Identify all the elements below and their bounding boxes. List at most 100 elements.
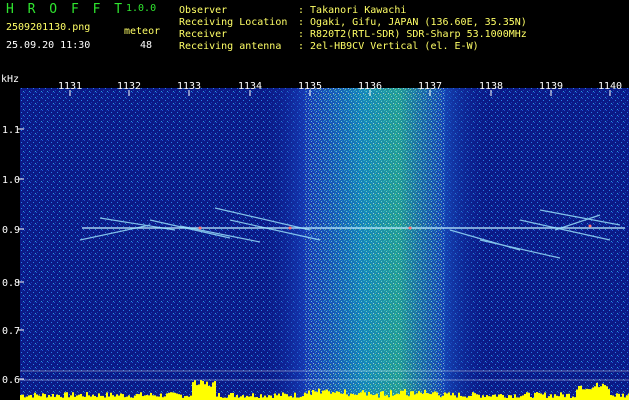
amplitude-bar (578, 386, 580, 400)
amplitude-bar (568, 393, 570, 400)
amplitude-bar (230, 393, 232, 400)
amplitude-bar (414, 394, 416, 400)
antenna-label: Receiving antenna (179, 41, 282, 52)
amplitude-bar (540, 393, 542, 400)
amplitude-bar (520, 396, 522, 400)
amplitude-bar (318, 388, 320, 400)
antenna-value: : 2el-HB9CV Vertical (el. E-W) (298, 41, 479, 52)
amplitude-bar (470, 395, 472, 400)
amplitude-bar (304, 392, 306, 400)
amplitude-bar (260, 394, 262, 400)
amplitude-bar (350, 393, 352, 400)
amplitude-bar (72, 392, 74, 400)
amplitude-bar (508, 395, 510, 400)
amplitude-bar (50, 396, 52, 400)
amplitude-bar (476, 394, 478, 400)
amplitude-bar (38, 395, 40, 400)
amplitude-bar (604, 385, 606, 400)
amplitude-bar (398, 394, 400, 400)
amplitude-bar (336, 391, 338, 400)
amplitude-bar (534, 392, 536, 400)
amplitude-bar (402, 390, 404, 400)
amplitude-bar (566, 393, 568, 400)
amplitude-bar (346, 394, 348, 400)
amplitude-bar (128, 395, 130, 400)
amplitude-bar (364, 392, 366, 400)
amplitude-bar (328, 391, 330, 400)
amplitude-bar (206, 381, 208, 400)
amplitude-bar (358, 393, 360, 400)
amplitude-bar (394, 394, 396, 400)
amplitude-bar (612, 395, 614, 400)
amplitude-bar (488, 396, 490, 400)
amplitude-bar (324, 390, 326, 400)
amplitude-bar (404, 389, 406, 400)
amplitude-bar (66, 392, 68, 400)
amplitude-bar (184, 396, 186, 400)
amplitude-bar (28, 395, 30, 400)
amplitude-bar (242, 395, 244, 400)
amplitude-bar (86, 392, 88, 400)
amplitude-bar (352, 394, 354, 400)
amplitude-bar (152, 395, 154, 400)
amplitude-bar (334, 392, 336, 400)
amplitude-bar (94, 396, 96, 400)
amplitude-bar (330, 393, 332, 400)
amplitude-bar (626, 395, 628, 400)
receiver-label: Receiver (179, 29, 228, 40)
amplitude-bar (410, 391, 412, 400)
filename: 2509201130.png (6, 22, 91, 33)
amplitude-bar (312, 389, 314, 400)
amplitude-bar (120, 393, 122, 400)
amplitude-bar (306, 393, 308, 400)
amplitude-bar (614, 396, 616, 400)
amplitude-bar (22, 394, 24, 400)
datetime: 25.09.20 11:30 (6, 40, 91, 51)
amplitude-bar (356, 394, 358, 400)
amplitude-bar (190, 395, 192, 400)
amplitude-bar (522, 395, 524, 400)
amplitude-bar (56, 394, 58, 400)
amplitude-bar (168, 392, 170, 400)
amplitude-bar (80, 393, 82, 400)
amplitude-bar (550, 394, 552, 400)
amplitude-bar (158, 396, 160, 400)
amplitude-bar (90, 396, 92, 400)
amplitude-bar (310, 394, 312, 400)
amplitude-bar (170, 392, 172, 400)
amplitude-bar (442, 395, 444, 400)
amplitude-bar (424, 389, 426, 400)
amplitude-bar (118, 395, 120, 400)
amplitude-bar (264, 395, 266, 400)
amplitude-bar (390, 390, 392, 400)
amplitude-bar (502, 395, 504, 400)
amplitude-bar (458, 392, 460, 400)
amplitude-bar (98, 393, 100, 400)
amplitude-bar (542, 394, 544, 400)
amplitude-bar (110, 392, 112, 400)
amplitude-bar (208, 385, 210, 400)
y-tick-label: 0.7 (2, 326, 20, 337)
amplitude-bar (582, 389, 584, 400)
amplitude-bar (556, 395, 558, 400)
amplitude-bar (460, 395, 462, 400)
amplitude-bar (610, 395, 612, 400)
amplitude-bar (510, 395, 512, 400)
spectrogram-plot: 1.11.00.90.80.70.6 1131 1132 1133 1134 1135 1… (0, 80, 629, 400)
amplitude-bar (524, 393, 526, 400)
location-value: : Ogaki, Gifu, JAPAN (136.60E, 35.35N) (298, 17, 527, 28)
amplitude-bar (122, 394, 124, 400)
amplitude-bar (196, 385, 198, 400)
amplitude-bar (34, 392, 36, 400)
amplitude-bar (40, 396, 42, 400)
amplitude-bar (178, 394, 180, 400)
amplitude-bar (448, 392, 450, 400)
amplitude-bar (616, 393, 618, 400)
amplitude-bar (572, 396, 574, 400)
amplitude-bar (198, 384, 200, 400)
amplitude-bar (430, 394, 432, 400)
amplitude-bar (468, 395, 470, 400)
amplitude-bar (194, 380, 196, 400)
amplitude-bar (134, 395, 136, 400)
location-label: Receiving Location (179, 17, 288, 28)
